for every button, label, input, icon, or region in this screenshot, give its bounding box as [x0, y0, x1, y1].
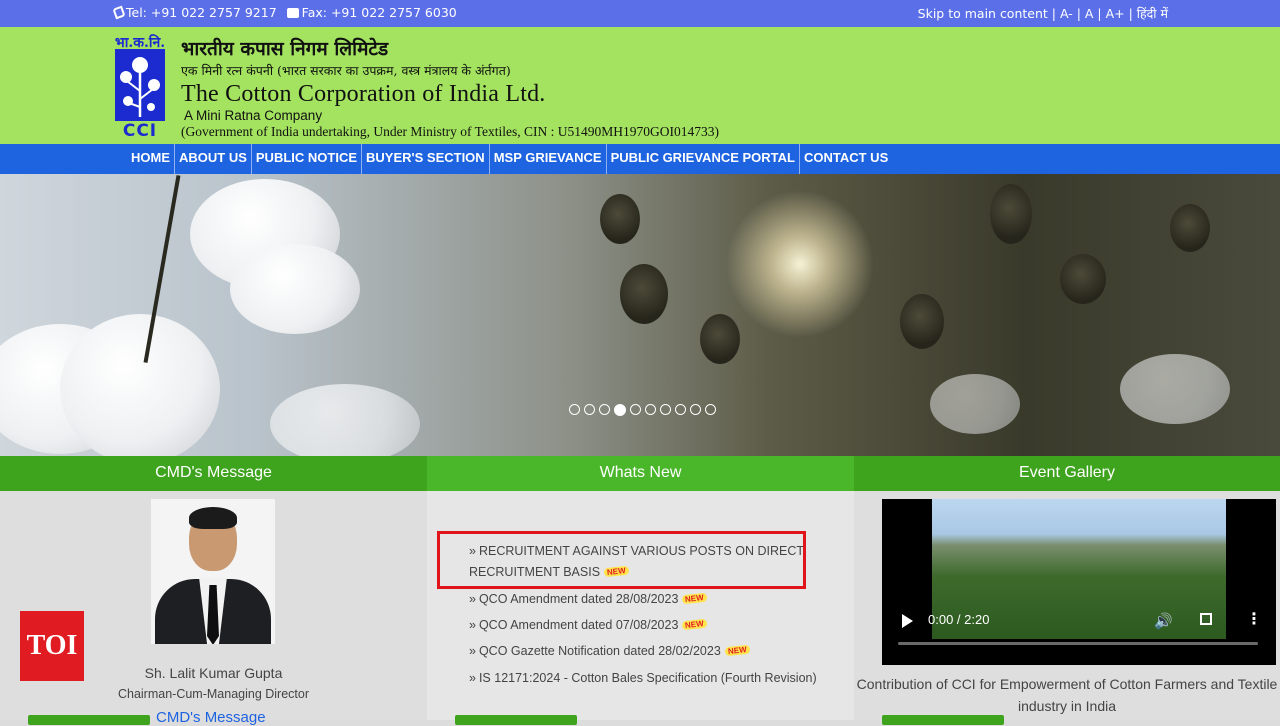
title-english: The Cotton Corporation of India Ltd. — [181, 81, 546, 107]
contact-info: Tel: +91 022 2757 9217 Fax: +91 022 2757… — [112, 5, 457, 20]
slider-dot[interactable] — [675, 404, 686, 415]
play-icon[interactable] — [902, 614, 913, 628]
cmd-role: Chairman-Cum-Managing Director — [117, 687, 310, 701]
govt-line: (Government of India undertaking, Under … — [181, 124, 719, 139]
chevron-right-icon: » — [469, 671, 476, 685]
photo-hair — [189, 507, 237, 529]
sun-glow — [720, 184, 880, 344]
cotton-plant-icon — [115, 49, 165, 121]
video-time: 0:00 / 2:20 — [928, 612, 990, 627]
cotton-pod — [700, 314, 740, 364]
news-text: QCO Gazette Notification dated 28/02/202… — [478, 644, 721, 658]
slider-dot[interactable] — [690, 404, 701, 415]
nav-contact-us[interactable]: CONTACT US — [800, 144, 892, 174]
slider-dot[interactable] — [630, 404, 641, 415]
whats-new-heading: Whats New — [427, 456, 854, 491]
news-item[interactable]: » QCO Amendment dated 28/08/2023 NEW — [469, 592, 708, 606]
cotton-pod — [900, 294, 944, 349]
new-badge: NEW — [682, 592, 708, 605]
toi-watermark: TOI — [20, 611, 84, 681]
new-badge: NEW — [724, 644, 750, 657]
video-player[interactable]: 0:00 / 2:20 🔊 ⋮ — [882, 499, 1276, 665]
chevron-right-icon: » — [469, 618, 476, 632]
whats-new-view-all-button[interactable] — [455, 715, 577, 725]
cmd-photo — [151, 499, 275, 644]
tel-text: Tel: +91 022 2757 9217 — [112, 5, 277, 20]
header-titles: भारतीय कपास निगम लिमिटेड एक मिनी रत्न कं… — [181, 35, 719, 140]
top-bar: Tel: +91 022 2757 9217 Fax: +91 022 2757… — [0, 0, 1280, 27]
fax-text: Fax: +91 022 2757 6030 — [286, 5, 457, 20]
news-text: QCO Amendment dated 28/08/2023 — [478, 592, 679, 606]
nav-public-notice[interactable]: PUBLIC NOTICE — [252, 144, 363, 174]
fax-icon — [286, 8, 299, 18]
cotton-pod — [1170, 204, 1210, 252]
cotton-pod — [600, 194, 640, 244]
slider-dot[interactable] — [569, 404, 580, 415]
logo-cci-text: CCI — [122, 121, 158, 141]
news-text: QCO Amendment dated 07/08/2023 — [478, 618, 679, 632]
cci-logo[interactable]: भा.क.नि. CCI — [113, 33, 167, 141]
nav-msp-grievance[interactable]: MSP GRIEVANCE — [490, 144, 607, 174]
event-gallery-panel: 0:00 / 2:20 🔊 ⋮ Contribution of CCI for … — [854, 491, 1280, 725]
nav-buyers-section[interactable]: BUYER'S SECTION — [362, 144, 490, 174]
cotton-boll — [1120, 354, 1230, 424]
phone-icon — [112, 5, 126, 20]
cmd-panel: Sh. Lalit Kumar Gupta Chairman-Cum-Manag… — [0, 491, 427, 726]
more-options-icon[interactable]: ⋮ — [1246, 609, 1262, 628]
subtitle-hindi: एक मिनी रत्न कंपनी (भारत सरकार का उपक्रम… — [181, 63, 511, 78]
accessibility-link[interactable]: Skip to main content | A- | A | A+ | हिं… — [918, 6, 1168, 21]
slider-dot[interactable] — [584, 404, 595, 415]
fax-value: Fax: +91 022 2757 6030 — [301, 5, 457, 20]
news-item[interactable]: » QCO Gazette Notification dated 28/02/20… — [469, 644, 750, 658]
slider-dot[interactable] — [705, 404, 716, 415]
fullscreen-icon[interactable] — [1200, 613, 1212, 625]
news-item[interactable]: » QCO Amendment dated 07/08/2023 NEW — [469, 618, 708, 632]
cotton-pod — [1060, 254, 1106, 304]
logo-devanagari: भा.क.नि. — [114, 35, 166, 51]
cotton-pod — [620, 264, 668, 324]
nav-home[interactable]: HOME — [127, 144, 175, 174]
cotton-boll — [60, 314, 220, 456]
whats-new-panel: » RECRUITMENT AGAINST VARIOUS POSTS ON DI… — [427, 491, 854, 725]
slider-dots — [569, 404, 716, 416]
cotton-boll — [930, 374, 1020, 434]
cotton-pod — [990, 184, 1032, 244]
slider-dot[interactable] — [660, 404, 671, 415]
slider-dot[interactable] — [614, 404, 626, 416]
cmd-heading: CMD's Message — [0, 456, 427, 491]
tel-value: Tel: +91 022 2757 9217 — [126, 5, 277, 20]
cotton-boll — [270, 384, 420, 456]
news-text: IS 12171:2024 - Cotton Bales Specificati… — [478, 671, 817, 685]
highlight-box — [437, 531, 806, 589]
title-hindi: भारतीय कपास निगम लिमिटेड — [181, 38, 389, 60]
cmd-message-link[interactable]: CMD's Message — [156, 709, 266, 726]
nav-about-us[interactable]: ABOUT US — [175, 144, 252, 174]
gallery-view-all-button[interactable] — [882, 715, 1004, 725]
video-progress-bar[interactable] — [898, 642, 1258, 645]
event-gallery-heading: Event Gallery — [854, 456, 1280, 491]
volume-icon[interactable]: 🔊 — [1154, 612, 1173, 630]
site-header: भा.क.नि. CCI भारतीय कपास निगम लिमिटेड एक… — [0, 27, 1280, 144]
chevron-right-icon: » — [469, 592, 476, 606]
accessibility-links[interactable]: Skip to main content | A- | A | A+ | हिं… — [918, 5, 1168, 22]
new-badge: NEW — [682, 618, 708, 631]
slider-dot[interactable] — [645, 404, 656, 415]
cmd-read-more-button[interactable] — [28, 715, 150, 725]
news-item[interactable]: » IS 12171:2024 - Cotton Bales Specificat… — [469, 671, 817, 685]
tagline: A Mini Ratna Company — [184, 108, 323, 123]
gallery-caption: Contribution of CCI for Empowerment of C… — [856, 676, 1278, 714]
chevron-right-icon: » — [469, 644, 476, 658]
slider-dot[interactable] — [599, 404, 610, 415]
main-nav: HOME ABOUT US PUBLIC NOTICE BUYER'S SECT… — [0, 144, 1280, 174]
nav-public-grievance-portal[interactable]: PUBLIC GRIEVANCE PORTAL — [607, 144, 800, 174]
cotton-boll — [230, 244, 360, 334]
